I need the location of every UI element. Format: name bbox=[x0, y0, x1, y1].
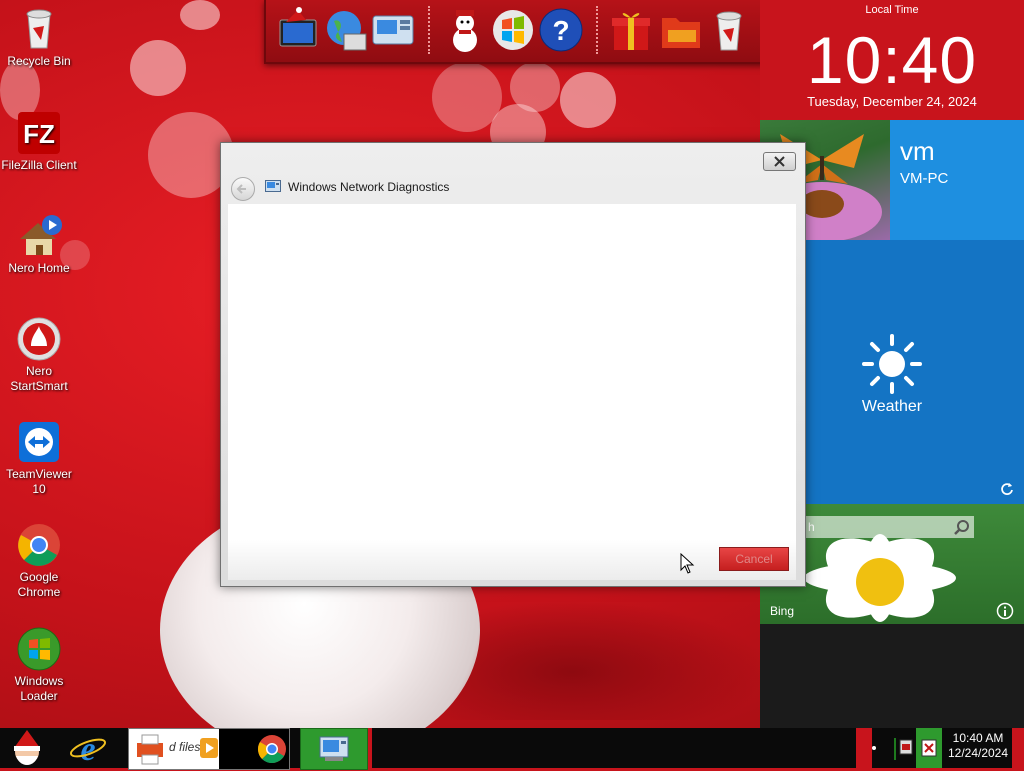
tray-network-icon[interactable] bbox=[892, 728, 916, 768]
network-diagnostics-icon bbox=[319, 736, 349, 761]
desktop-icon-label: Nero StartSmart bbox=[10, 364, 68, 393]
tray-show-hidden[interactable] bbox=[856, 728, 872, 768]
desktop-icon-filezilla[interactable]: FZ FileZilla Client bbox=[0, 110, 78, 173]
internet-globe-icon[interactable] bbox=[322, 6, 368, 54]
tray-date: 12/24/2024 bbox=[947, 746, 1009, 760]
printer-icon bbox=[137, 734, 163, 765]
computer-name: VM-PC bbox=[900, 170, 949, 187]
close-icon bbox=[774, 156, 785, 167]
local-time-label: Local Time bbox=[865, 4, 919, 16]
daisy-image bbox=[804, 534, 956, 622]
windows-loader-icon bbox=[16, 626, 62, 672]
svg-text:?: ? bbox=[552, 15, 569, 46]
refresh-icon[interactable] bbox=[1000, 482, 1014, 496]
desktop-icon-label: Windows Loader bbox=[14, 674, 64, 703]
taskbar-partial-label: d files bbox=[169, 740, 201, 754]
network-icon[interactable] bbox=[370, 6, 416, 54]
dialog-title: Windows Network Diagnostics bbox=[288, 180, 450, 194]
svg-text:FZ: FZ bbox=[23, 119, 55, 149]
tray-action-center-icon[interactable] bbox=[916, 728, 942, 768]
cancel-button[interactable]: Cancel bbox=[719, 547, 789, 571]
desktop-icon-label: Recycle Bin bbox=[7, 54, 71, 68]
clock-date: Tuesday, December 24, 2024 bbox=[807, 94, 977, 109]
desktop-icon-label: FileZilla Client bbox=[1, 158, 77, 172]
desktop-icon-windows-loader[interactable]: Windows Loader bbox=[0, 626, 78, 704]
svg-text:e: e bbox=[80, 731, 95, 768]
user-name: vm bbox=[900, 136, 935, 166]
sun-icon bbox=[862, 334, 922, 394]
mouse-cursor-icon bbox=[680, 553, 695, 574]
info-icon[interactable] bbox=[996, 602, 1014, 620]
close-button[interactable] bbox=[763, 152, 796, 171]
taskbar: e d files 10:40 AM 12/24/2024 bbox=[0, 728, 1024, 770]
gift-icon[interactable] bbox=[608, 6, 654, 54]
santa-start-icon bbox=[14, 730, 40, 765]
nero-startsmart-icon bbox=[16, 316, 62, 362]
desktop-icon-recycle-bin[interactable]: Recycle Bin bbox=[0, 6, 78, 69]
christmas-monitor-icon[interactable] bbox=[276, 6, 322, 54]
tray-clock[interactable]: 10:40 AM 12/24/2024 bbox=[946, 731, 1010, 761]
desktop-icon-teamviewer[interactable]: TeamViewer 10 bbox=[0, 419, 78, 497]
dialog-footer bbox=[228, 540, 796, 580]
desktop-icon-nero-home[interactable]: Nero Home bbox=[0, 213, 78, 276]
windows-flag-icon[interactable] bbox=[490, 6, 536, 54]
snowman-icon[interactable] bbox=[442, 6, 488, 54]
taskbar-divider bbox=[368, 728, 372, 768]
internet-explorer-icon: e bbox=[69, 731, 107, 768]
desktop-icon-label: Google Chrome bbox=[17, 570, 61, 599]
tray-time: 10:40 AM bbox=[952, 731, 1004, 745]
nero-home-icon bbox=[16, 213, 62, 259]
show-desktop-button[interactable] bbox=[1012, 728, 1024, 768]
bing-label: Bing bbox=[770, 604, 795, 618]
media-player-icon bbox=[200, 738, 218, 758]
taskbar-internet-explorer[interactable]: e bbox=[66, 728, 110, 768]
user-tile[interactable]: vm VM-PC bbox=[890, 120, 1024, 240]
recycle-bin-icon[interactable] bbox=[706, 6, 752, 54]
desktop-icon-nero-startsmart[interactable]: Nero StartSmart bbox=[0, 316, 78, 394]
desktop-icon-label: Nero Home bbox=[8, 261, 70, 275]
taskbar-pinned-group[interactable]: d files bbox=[128, 728, 290, 770]
top-dock: ? bbox=[264, 0, 766, 64]
tray-dot bbox=[872, 746, 876, 750]
back-arrow-icon bbox=[236, 184, 246, 194]
dialog-content-area bbox=[228, 204, 796, 540]
back-button[interactable] bbox=[231, 177, 255, 201]
filezilla-icon: FZ bbox=[16, 110, 62, 156]
help-icon[interactable]: ? bbox=[538, 6, 584, 54]
start-button[interactable] bbox=[4, 728, 50, 768]
teamviewer-icon bbox=[16, 419, 62, 465]
clock-time: 10:40 bbox=[806, 23, 978, 97]
desktop-icon-label: TeamViewer 10 bbox=[6, 467, 72, 496]
desktop-icon-google-chrome[interactable]: Google Chrome bbox=[0, 522, 78, 600]
recycle-bin-icon bbox=[16, 6, 62, 52]
network-diagnostics-icon bbox=[265, 180, 281, 194]
chrome-icon bbox=[258, 735, 286, 764]
chrome-icon bbox=[16, 522, 62, 568]
taskbar-network-diagnostics[interactable] bbox=[300, 728, 368, 770]
folder-icon[interactable] bbox=[658, 6, 704, 54]
clock-widget: Local Time 10:40 Tuesday, December 24, 2… bbox=[760, 0, 1024, 120]
network-diagnostics-dialog: Windows Network Diagnostics Cancel bbox=[220, 142, 806, 587]
